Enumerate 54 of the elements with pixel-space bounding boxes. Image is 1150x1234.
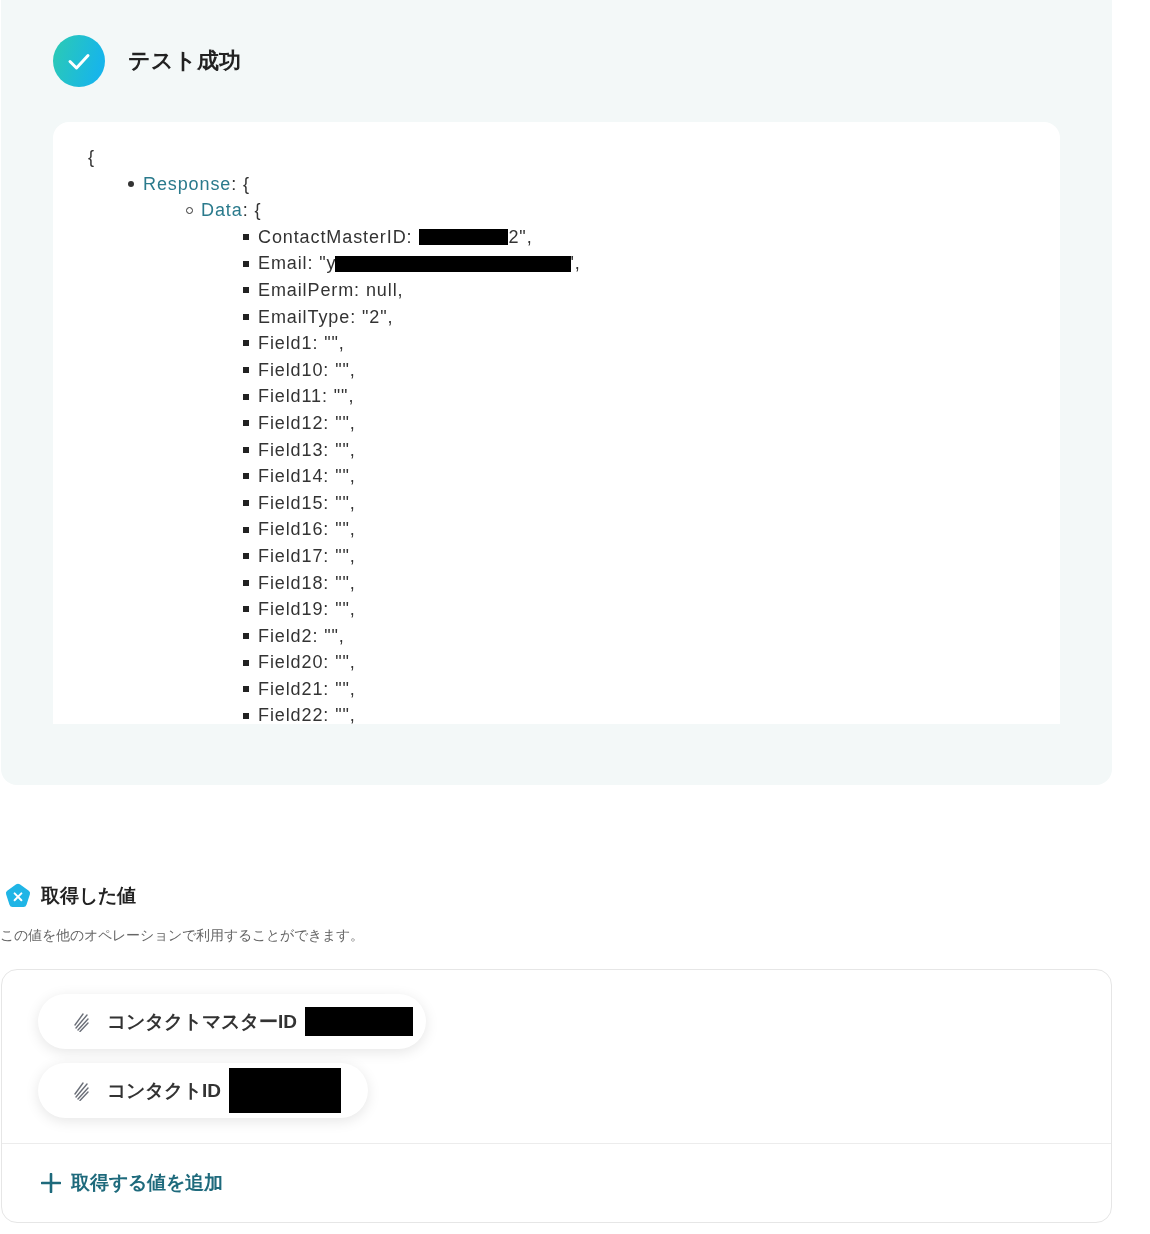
add-value-button[interactable]: 取得する値を追加 <box>41 1170 223 1196</box>
bullet-square-icon <box>243 500 249 506</box>
bullet-square-icon <box>243 633 249 639</box>
json-line: Field1: "", <box>258 332 345 356</box>
bullet-square-icon <box>243 367 249 374</box>
json-line: Response: { <box>143 172 250 196</box>
json-line: Field11: "", <box>258 385 355 409</box>
bullet-square-icon <box>243 393 249 400</box>
json-line: { <box>88 146 95 169</box>
bullet-square-icon <box>243 579 249 586</box>
bullet-square-icon <box>243 420 249 427</box>
plus-icon <box>41 1173 61 1193</box>
section-title: 取得した値 <box>41 884 136 908</box>
json-line: EmailPerm: null, <box>258 278 404 302</box>
json-line: Field22: "", <box>258 704 356 724</box>
value-label: コンタクトID <box>107 1078 221 1103</box>
section-description: この値を他のオペレーションで利用することができます。 <box>0 926 364 945</box>
json-line: EmailType: "2", <box>258 305 394 329</box>
json-line: Field15: "", <box>258 491 356 515</box>
bullet-square-icon <box>243 260 249 267</box>
hatch-strokes-icon <box>74 1080 90 1101</box>
json-line: ContactMasterID: <box>258 225 413 249</box>
json-line: Field20: "", <box>258 651 356 675</box>
bullet-square-icon <box>243 686 249 693</box>
json-value-text: 2", <box>508 225 533 249</box>
json-line: Field21: "", <box>258 677 356 701</box>
bullet-square-icon <box>243 712 249 719</box>
json-line: Field10: "", <box>258 358 356 382</box>
json-line: Field18: "", <box>258 571 356 595</box>
hatch-strokes-icon <box>74 1011 90 1032</box>
bullet-square-icon <box>243 234 249 241</box>
json-line: Field12: "", <box>258 411 356 435</box>
json-line: Field17: "", <box>258 544 356 568</box>
bullet-square-icon <box>243 287 249 294</box>
bullet-square-icon <box>243 340 249 347</box>
bullet-square-icon <box>243 606 249 613</box>
bullet-square-icon <box>243 473 249 480</box>
json-line: Field14: "", <box>258 465 356 489</box>
json-line: Field19: "", <box>258 598 356 622</box>
json-line: Field16: "", <box>258 518 356 542</box>
bullet-square-icon <box>243 313 249 320</box>
pentagon-badge-icon <box>5 883 31 909</box>
json-line: Field13: "", <box>258 438 356 462</box>
bullet-square-icon <box>243 526 249 533</box>
json-line: Field2: "", <box>258 624 345 648</box>
bullet-dot-icon <box>128 180 134 187</box>
value-label: コンタクトマスターID <box>107 1009 297 1034</box>
bullet-square-icon <box>243 659 249 666</box>
json-line: Data: { <box>201 199 262 223</box>
json-value-text: ', <box>570 252 581 276</box>
json-line: Email: "y <box>258 252 337 276</box>
result-title: テスト成功 <box>128 47 241 75</box>
bullet-square-icon <box>243 446 249 453</box>
bullet-square-icon <box>243 553 249 560</box>
